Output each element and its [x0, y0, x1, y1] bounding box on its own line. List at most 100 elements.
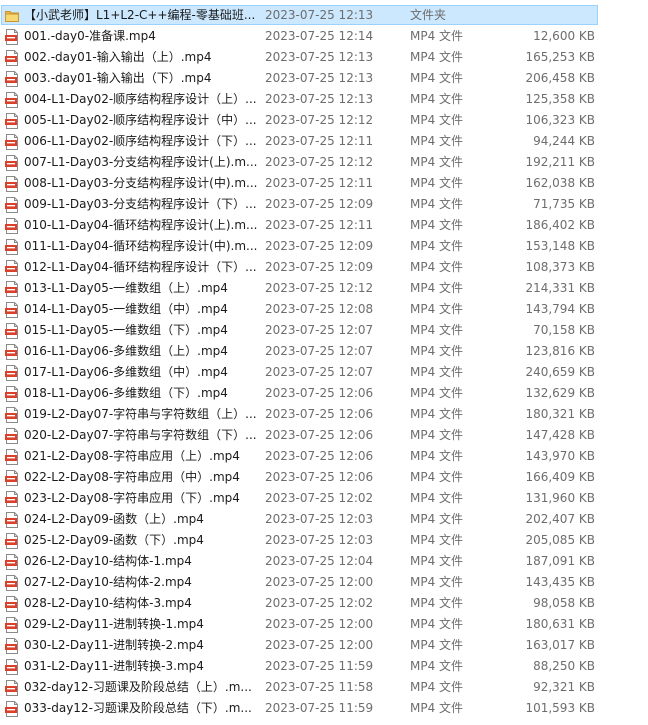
file-row[interactable]: 027-L2-Day10-结构体-2.mp4 2023-07-25 12:00 MP…	[0, 572, 648, 593]
file-type: MP4 文件	[410, 323, 464, 337]
mp4-file-icon	[5, 176, 19, 192]
file-modified-date: 2023-07-25 12:00	[265, 638, 374, 652]
file-name: 024-L2-Day09-函数（上）.mp4	[24, 512, 204, 526]
file-row[interactable]: 029-L2-Day11-进制转换-1.mp4 2023-07-25 12:00 M…	[0, 614, 648, 635]
mp4-file-icon	[5, 281, 19, 297]
file-size: 214,331 KB	[525, 281, 595, 295]
file-name: 013-L1-Day05-一维数组（上）.mp4	[24, 281, 228, 295]
file-size: 147,428 KB	[525, 428, 595, 442]
file-row[interactable]: 032-day12-习题课及阶段总结（上）.m... 2023-07-25 11:…	[0, 677, 648, 698]
file-modified-date: 2023-07-25 11:59	[265, 701, 374, 715]
file-name: 011-L1-Day04-循环结构程序设计(中).m...	[24, 239, 258, 253]
file-type: MP4 文件	[410, 512, 464, 526]
file-row[interactable]: 006-L1-Day02-顺序结构程序设计（下）... 2023-07-25 12…	[0, 131, 648, 152]
file-name: 006-L1-Day02-顺序结构程序设计（下）...	[24, 134, 257, 148]
file-type: MP4 文件	[410, 596, 464, 610]
file-name: 021-L2-Day08-字符串应用（上）.mp4	[24, 449, 240, 463]
file-size: 92,321 KB	[533, 680, 595, 694]
file-row[interactable]: 016-L1-Day06-多维数组（上）.mp4 2023-07-25 12:07…	[0, 341, 648, 362]
mp4-file-icon	[5, 260, 19, 276]
file-row[interactable]: 033-day12-习题课及阶段总结（下）.m... 2023-07-25 11:…	[0, 698, 648, 719]
file-type: MP4 文件	[410, 197, 464, 211]
file-name: 033-day12-习题课及阶段总结（下）.m...	[24, 701, 252, 715]
file-type: MP4 文件	[410, 71, 464, 85]
file-size: 106,323 KB	[525, 113, 595, 127]
file-row[interactable]: 018-L1-Day06-多维数组（下）.mp4 2023-07-25 12:06…	[0, 383, 648, 404]
file-type: 文件夹	[410, 8, 447, 22]
folder-icon	[5, 8, 19, 24]
file-name: 014-L1-Day05-一维数组（中）.mp4	[24, 302, 228, 316]
mp4-file-icon	[5, 92, 19, 108]
file-size: 131,960 KB	[525, 491, 595, 505]
file-type: MP4 文件	[410, 428, 464, 442]
file-size: 132,629 KB	[525, 386, 595, 400]
file-size: 187,091 KB	[525, 554, 595, 568]
file-row[interactable]: 010-L1-Day04-循环结构程序设计(上).m... 2023-07-25 …	[0, 215, 648, 236]
file-size: 165,253 KB	[525, 50, 595, 64]
file-modified-date: 2023-07-25 12:13	[265, 50, 374, 64]
file-type: MP4 文件	[410, 50, 464, 64]
file-row[interactable]: 022-L2-Day08-字符串应用（中）.mp4 2023-07-25 12:0…	[0, 467, 648, 488]
file-size: 162,038 KB	[525, 176, 595, 190]
file-row[interactable]: 019-L2-Day07-字符串与字符数组（上）... 2023-07-25 12…	[0, 404, 648, 425]
mp4-file-icon	[5, 554, 19, 570]
file-row[interactable]: 004-L1-Day02-顺序结构程序设计（上）... 2023-07-25 12…	[0, 89, 648, 110]
file-name: 009-L1-Day03-分支结构程序设计（下）...	[24, 197, 257, 211]
file-modified-date: 2023-07-25 12:00	[265, 575, 374, 589]
file-modified-date: 2023-07-25 12:13	[265, 92, 374, 106]
file-name: 030-L2-Day11-进制转换-2.mp4	[24, 638, 204, 652]
file-row[interactable]: 014-L1-Day05-一维数组（中）.mp4 2023-07-25 12:08…	[0, 299, 648, 320]
file-name: 023-L2-Day08-字符串应用（下）.mp4	[24, 491, 240, 505]
file-name: 002.-day01-输入输出（上）.mp4	[24, 50, 212, 64]
file-modified-date: 2023-07-25 12:07	[265, 344, 374, 358]
file-row[interactable]: 001.-day0-准备课.mp4 2023-07-25 12:14 MP4 文件 1…	[0, 26, 648, 47]
folder-row[interactable]: 【小武老师】L1+L2-C++编程-零基础班... 2023-07-25 12:1…	[0, 5, 648, 26]
file-row[interactable]: 017-L1-Day06-多维数组（中）.mp4 2023-07-25 12:07…	[0, 362, 648, 383]
file-row[interactable]: 015-L1-Day05-一维数组（下）.mp4 2023-07-25 12:07…	[0, 320, 648, 341]
file-size: 186,402 KB	[525, 218, 595, 232]
file-size: 71,735 KB	[533, 197, 595, 211]
file-modified-date: 2023-07-25 11:59	[265, 659, 374, 673]
file-type: MP4 文件	[410, 638, 464, 652]
file-modified-date: 2023-07-25 12:00	[265, 617, 374, 631]
file-name: 015-L1-Day05-一维数组（下）.mp4	[24, 323, 228, 337]
file-row[interactable]: 013-L1-Day05-一维数组（上）.mp4 2023-07-25 12:12…	[0, 278, 648, 299]
mp4-file-icon	[5, 113, 19, 129]
file-modified-date: 2023-07-25 12:09	[265, 260, 374, 274]
file-name: 029-L2-Day11-进制转换-1.mp4	[24, 617, 204, 631]
file-row[interactable]: 020-L2-Day07-字符串与字符数组（下）... 2023-07-25 12…	[0, 425, 648, 446]
file-name: 027-L2-Day10-结构体-2.mp4	[24, 575, 192, 589]
mp4-file-icon	[5, 428, 19, 444]
mp4-file-icon	[5, 659, 19, 675]
mp4-file-icon	[5, 596, 19, 612]
file-size: 166,409 KB	[525, 470, 595, 484]
file-row[interactable]: 023-L2-Day08-字符串应用（下）.mp4 2023-07-25 12:0…	[0, 488, 648, 509]
file-size: 70,158 KB	[533, 323, 595, 337]
file-row[interactable]: 030-L2-Day11-进制转换-2.mp4 2023-07-25 12:00 M…	[0, 635, 648, 656]
file-row[interactable]: 007-L1-Day03-分支结构程序设计(上).m... 2023-07-25 …	[0, 152, 648, 173]
file-row[interactable]: 011-L1-Day04-循环结构程序设计(中).m... 2023-07-25 …	[0, 236, 648, 257]
file-size: 143,794 KB	[525, 302, 595, 316]
file-row[interactable]: 026-L2-Day10-结构体-1.mp4 2023-07-25 12:04 MP…	[0, 551, 648, 572]
file-modified-date: 2023-07-25 12:08	[265, 302, 374, 316]
file-modified-date: 2023-07-25 12:12	[265, 113, 374, 127]
file-row[interactable]: 002.-day01-输入输出（上）.mp4 2023-07-25 12:13 MP…	[0, 47, 648, 68]
file-type: MP4 文件	[410, 113, 464, 127]
file-row[interactable]: 009-L1-Day03-分支结构程序设计（下）... 2023-07-25 12…	[0, 194, 648, 215]
file-row[interactable]: 005-L1-Day02-顺序结构程序设计（中）... 2023-07-25 12…	[0, 110, 648, 131]
file-name: 010-L1-Day04-循环结构程序设计(上).m...	[24, 218, 258, 232]
file-row[interactable]: 021-L2-Day08-字符串应用（上）.mp4 2023-07-25 12:0…	[0, 446, 648, 467]
file-size: 94,244 KB	[533, 134, 595, 148]
file-row[interactable]: 025-L2-Day09-函数（下）.mp4 2023-07-25 12:03 MP…	[0, 530, 648, 551]
file-type: MP4 文件	[410, 491, 464, 505]
file-row[interactable]: 028-L2-Day10-结构体-3.mp4 2023-07-25 12:02 MP…	[0, 593, 648, 614]
file-row[interactable]: 012-L1-Day04-循环结构程序设计（下）... 2023-07-25 12…	[0, 257, 648, 278]
file-name: 008-L1-Day03-分支结构程序设计(中).m...	[24, 176, 258, 190]
file-name: 012-L1-Day04-循环结构程序设计（下）...	[24, 260, 257, 274]
file-row[interactable]: 031-L2-Day11-进制转换-3.mp4 2023-07-25 11:59 M…	[0, 656, 648, 677]
file-row[interactable]: 003.-day01-输入输出（下）.mp4 2023-07-25 12:13 MP…	[0, 68, 648, 89]
file-modified-date: 2023-07-25 12:12	[265, 155, 374, 169]
file-name: 031-L2-Day11-进制转换-3.mp4	[24, 659, 204, 673]
file-row[interactable]: 008-L1-Day03-分支结构程序设计(中).m... 2023-07-25 …	[0, 173, 648, 194]
file-row[interactable]: 024-L2-Day09-函数（上）.mp4 2023-07-25 12:03 MP…	[0, 509, 648, 530]
